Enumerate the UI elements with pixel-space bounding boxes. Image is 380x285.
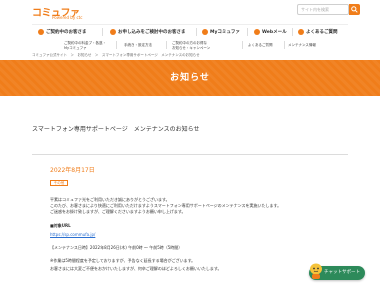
application-icon	[110, 28, 116, 35]
body-text: お客さまには大変ご不便をおかけいたしますが、何卒ご理解のほどよろしくお願いいたし…	[50, 266, 222, 271]
nav-item-my-commufa[interactable]: Myコミュファ	[202, 25, 240, 38]
nav-item-label: ご契約中のお客さま	[46, 29, 87, 35]
subnav-item-maintenance[interactable]: メンテナンス情報	[288, 43, 316, 48]
search-input[interactable]: サイト内を検索	[297, 4, 349, 15]
nav-divider	[102, 28, 103, 36]
nav-divider	[292, 28, 293, 36]
subnav-divider	[284, 41, 285, 49]
page-title: お知らせ	[170, 73, 210, 83]
breadcrumb[interactable]: コミュファ公式サイト ＞ お知らせ ＞ スマートフォン専用サポートページ メンテ…	[32, 53, 200, 58]
nav-item-current-customers[interactable]: ご契約中のお客さま	[38, 25, 87, 38]
nav-item-faq[interactable]: よくあるご質問	[298, 25, 338, 38]
search-icon	[351, 6, 358, 13]
customer-icon	[38, 28, 44, 35]
subnav-item-campaigns[interactable]: ご契約中の方のお得な お知らせ・キャンペーン	[172, 41, 210, 50]
page-banner: お知らせ	[0, 60, 380, 96]
sub-nav: ご契約中の料金プ・各遂・ Myコミュファ 手続き・設定方法 ご契約中の方のお得な…	[32, 39, 348, 52]
nav-divider	[196, 28, 197, 36]
nav-item-label: よくあるご質問	[306, 29, 338, 35]
search-button[interactable]	[349, 4, 360, 15]
user-icon	[202, 28, 208, 35]
subnav-item-procedures[interactable]: 手続き・設定方法	[124, 43, 152, 48]
site-header: コミュファ Powered by ctc サイト内を検索	[0, 0, 380, 24]
category-badge: その他	[50, 180, 68, 186]
section-heading: ■対象URL	[50, 223, 71, 228]
subnav-divider	[116, 41, 117, 49]
subnav-divider	[242, 41, 243, 49]
subnav-divider	[166, 41, 167, 49]
chat-support-label: チャットサポート	[324, 270, 360, 275]
nav-item-webmail[interactable]: Webメール	[254, 25, 287, 38]
nav-item-prospective-customers[interactable]: お申し込みをご検討中のお客さま	[110, 25, 186, 38]
article-date: 2022年8月17日	[50, 167, 95, 174]
maintenance-schedule: 【メンテナンス日時】2022年8月26日(木) 午前0時 〜 午前5時（5時間）	[50, 245, 183, 250]
question-icon	[298, 28, 304, 35]
main-nav: ご契約中のお客さま お申し込みをご検討中のお客さま Myコミュファ Webメール…	[32, 24, 348, 38]
subnav-item-plans[interactable]: ご契約中の料金プ・各遂・ Myコミュファ	[64, 41, 112, 50]
body-text: 平素はコミュファ光をご利用いただき誠にありがとうございます。	[50, 197, 170, 202]
article-title: スマートフォン専用サポートページ メンテナンスのお知らせ	[32, 126, 200, 133]
mascot-icon	[310, 263, 322, 279]
nav-divider	[247, 28, 248, 36]
body-text: ※作業は5時間程度を予定しておりますが、予告なく延長する場合がございます。	[50, 258, 196, 263]
nav-item-label: お申し込みをご検討中のお客さま	[118, 29, 186, 35]
nav-item-label: Myコミュファ	[210, 29, 240, 35]
logo-tagline: Powered by ctc	[52, 15, 83, 20]
mail-icon	[254, 28, 260, 35]
body-text: ご迷惑をお掛け致しますが、ご理解くださいますようお願い申し上げます。	[50, 209, 186, 214]
nav-item-label: Webメール	[262, 29, 287, 35]
target-url-link[interactable]: https://sp.commufa.jp/	[50, 232, 95, 237]
title-divider	[32, 154, 348, 155]
commufa-logo[interactable]: コミュファ Powered by ctc	[32, 4, 82, 22]
body-text: このたび、お客さまにより快適にご利用いただけますようスマートフォン専用サポートペ…	[50, 203, 282, 208]
subnav-item-faq[interactable]: よくあるご質問	[248, 43, 273, 48]
